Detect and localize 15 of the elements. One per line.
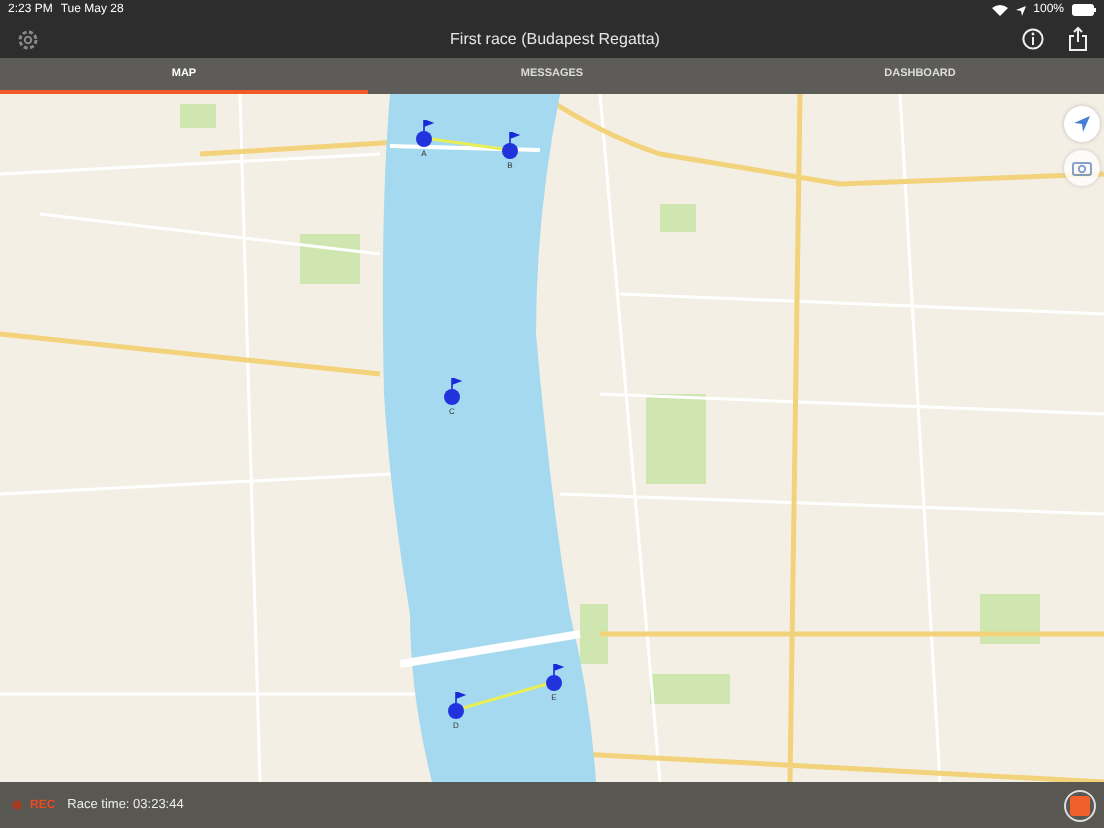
buoy-flag-icon[interactable] — [498, 132, 522, 160]
wifi-icon — [991, 4, 1008, 16]
location-arrow-icon — [1074, 116, 1090, 132]
buoy-flag-icon[interactable] — [542, 664, 566, 692]
battery-icon — [1072, 4, 1096, 16]
share-button[interactable] — [1068, 26, 1088, 52]
settings-button[interactable] — [16, 27, 40, 51]
buoy-flag-icon[interactable] — [412, 120, 436, 148]
camera-icon — [1072, 160, 1092, 176]
buoy-flag-icon[interactable] — [444, 692, 468, 720]
buoy-flag-icon[interactable] — [440, 378, 464, 406]
location-icon — [1015, 5, 1026, 15]
info-button[interactable] — [1022, 28, 1044, 50]
race-title: First race (Budapest Regatta) — [448, 30, 662, 48]
stop-button[interactable] — [1064, 789, 1096, 821]
